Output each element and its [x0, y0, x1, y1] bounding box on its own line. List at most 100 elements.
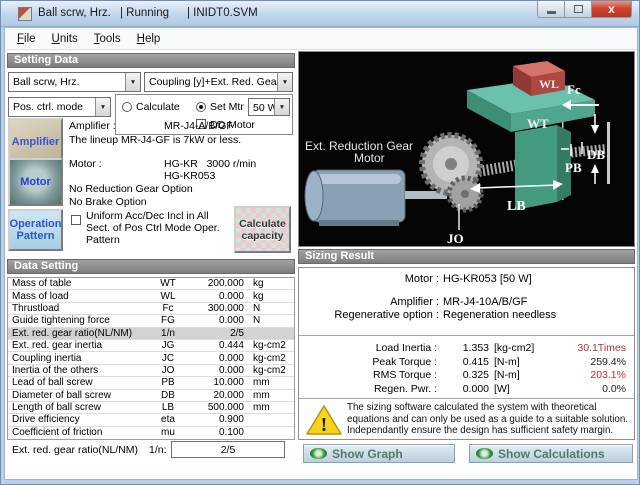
table-cell: 0.000 [186, 291, 244, 302]
result-summary-row: Regenerative option :Regeneration needle… [299, 309, 634, 321]
table-row[interactable]: Coefficient of frictionmu0.100 [8, 427, 294, 439]
table-cell: 300.000 [186, 303, 244, 314]
table-cell: Mass of table [8, 278, 150, 289]
table-cell: Ext. red. gear inertia [8, 340, 150, 351]
svg-text:Fc: Fc [567, 82, 581, 97]
control-mode-dropdown[interactable]: Pos. ctrl. mode ▼ [8, 97, 111, 117]
control-mode-dropdown-value: Pos. ctrl. mode [9, 98, 95, 116]
table-cell: Fc [150, 303, 186, 314]
chevron-down-icon[interactable]: ▼ [125, 73, 140, 91]
minimize-button[interactable] [537, 1, 565, 18]
radio-icon [196, 102, 206, 112]
metric-ratio: 0.0% [555, 383, 634, 395]
set-mtr-radio[interactable]: Set Mtr [196, 101, 244, 113]
show-calculations-label: Show Calculations [498, 447, 605, 461]
table-cell: 1/n [150, 328, 186, 339]
svg-text:DB: DB [587, 147, 605, 162]
table-row[interactable]: Lead of ball screwPB10.000mm [8, 377, 294, 389]
warning-icon: ! [306, 404, 342, 439]
chevron-down-icon[interactable]: ▼ [274, 99, 289, 115]
table-row[interactable]: Inertia of the othersJO0.000kg-cm2 [8, 365, 294, 377]
capacity-dropdown[interactable]: 50 W ▼ [248, 98, 290, 116]
menu-item-units[interactable]: Units [44, 31, 86, 47]
table-cell: N [244, 315, 290, 326]
table-cell: JO [150, 365, 186, 376]
chevron-down-icon[interactable]: ▼ [277, 73, 292, 91]
table-cell: JC [150, 353, 186, 364]
table-cell: Length of ball screw [8, 402, 150, 413]
data-setting-header: Data Setting [7, 259, 295, 274]
ball-screw-illustration: WL WT Fc DB PB LB JO Ext. [299, 52, 634, 246]
metric-cell: [W] [489, 383, 555, 395]
table-cell: mm [244, 377, 290, 388]
chevron-down-icon[interactable]: ▼ [95, 98, 110, 116]
table-cell: kg [244, 291, 290, 302]
coupling-dropdown-value: Coupling [y]+Ext. Red. Gear [y] [145, 73, 277, 91]
metric-cell: Regen. Pwr. : [299, 383, 437, 395]
checkbox-icon [71, 215, 81, 225]
caption-buttons: x [537, 1, 632, 18]
svg-text:PB: PB [565, 160, 582, 175]
table-row[interactable]: Length of ball screwLB500.000mm [8, 402, 294, 414]
mechanism-dropdown[interactable]: Ball scrw, Hrz. ▼ [8, 72, 141, 92]
sizing-result-header: Sizing Result [298, 249, 635, 264]
result-summary-row: Motor :HG-KR053 [50 W] [299, 273, 634, 285]
calculate-radio[interactable]: Calculate [122, 101, 180, 113]
table-cell: 500.000 [186, 402, 244, 413]
result-value: MR-J4-10A/B/GF [439, 296, 527, 308]
set-mtr-radio-label: Set Mtr [210, 101, 244, 113]
table-row[interactable]: Ext. red. gear ratio(NL/NM)1/n2/5 [8, 328, 294, 340]
table-row[interactable]: Drive efficiencyeta0.900 [8, 414, 294, 426]
result-label: Regenerative option : [299, 309, 439, 321]
motor-note-reduction: No Reduction Gear Option [69, 183, 193, 195]
close-button[interactable]: x [592, 1, 632, 18]
table-row[interactable]: Ext. red. gear inertiaJG0.444kg-cm2 [8, 340, 294, 352]
menu-item-tools[interactable]: Tools [86, 31, 129, 47]
table-row[interactable]: Mass of tableWT200.000kg [8, 278, 294, 290]
table-row[interactable]: Diameter of ball screwDB20.000mm [8, 390, 294, 402]
metric-cell: [N-m] [489, 369, 555, 381]
table-row[interactable]: Guide tightening forceFG0.000N [8, 315, 294, 327]
uniform-accdec-checkbox[interactable] [71, 215, 85, 225]
operation-pattern-button[interactable]: Operation Pattern [8, 209, 63, 251]
setting-data-header: Setting Data [7, 53, 295, 68]
result-label: Motor : [299, 273, 439, 285]
table-row[interactable]: Mass of loadWL0.000kg [8, 290, 294, 302]
menu-item-help[interactable]: Help [129, 31, 169, 47]
table-cell: 0.900 [186, 414, 244, 425]
divider [299, 335, 634, 336]
window-status: | Running [120, 7, 169, 19]
menu-item-file[interactable]: File [9, 31, 44, 47]
result-value: Regeneration needless [439, 309, 556, 321]
table-cell: Drive efficiency [8, 414, 150, 425]
table-cell: FG [150, 315, 186, 326]
table-cell: WT [150, 278, 186, 289]
maximize-button[interactable] [565, 1, 592, 18]
table-row[interactable]: ThrustloadFc300.000N [8, 303, 294, 315]
table-cell: kg-cm2 [244, 340, 290, 351]
svg-text:JO: JO [447, 231, 464, 246]
result-summary-row: Amplifier :MR-J4-10A/B/GF [299, 296, 634, 308]
table-cell: Guide tightening force [8, 315, 150, 326]
motor-button[interactable]: Motor [8, 158, 63, 206]
maximize-icon [574, 5, 583, 13]
divider [299, 398, 634, 399]
menu-bar: FileUnitsToolsHelp [5, 28, 637, 50]
metric-row: Peak Torque :0.415[N-m]259.4% [299, 356, 634, 368]
table-cell: 10.000 [186, 377, 244, 388]
ratio-input[interactable] [171, 441, 285, 458]
table-row[interactable]: Coupling inertiaJC0.000kg-cm2 [8, 352, 294, 364]
mechanism-dropdown-value: Ball scrw, Hrz. [9, 73, 125, 91]
show-calculations-button[interactable]: Show Calculations [469, 444, 633, 463]
minimize-icon [547, 11, 556, 14]
calculate-capacity-button[interactable]: Calculate capacity [234, 206, 291, 253]
show-graph-button[interactable]: Show Graph [303, 444, 455, 463]
table-cell: JG [150, 340, 186, 351]
table-cell: 0.000 [186, 315, 244, 326]
result-label: Amplifier : [299, 296, 439, 308]
table-cell: mm [244, 402, 290, 413]
amplifier-note: The lineup MR-J4-GF is 7kW or less. [69, 134, 241, 146]
table-cell: eta [150, 414, 186, 425]
coupling-dropdown[interactable]: Coupling [y]+Ext. Red. Gear [y] ▼ [144, 72, 293, 92]
metric-cell: Peak Torque : [299, 356, 437, 368]
